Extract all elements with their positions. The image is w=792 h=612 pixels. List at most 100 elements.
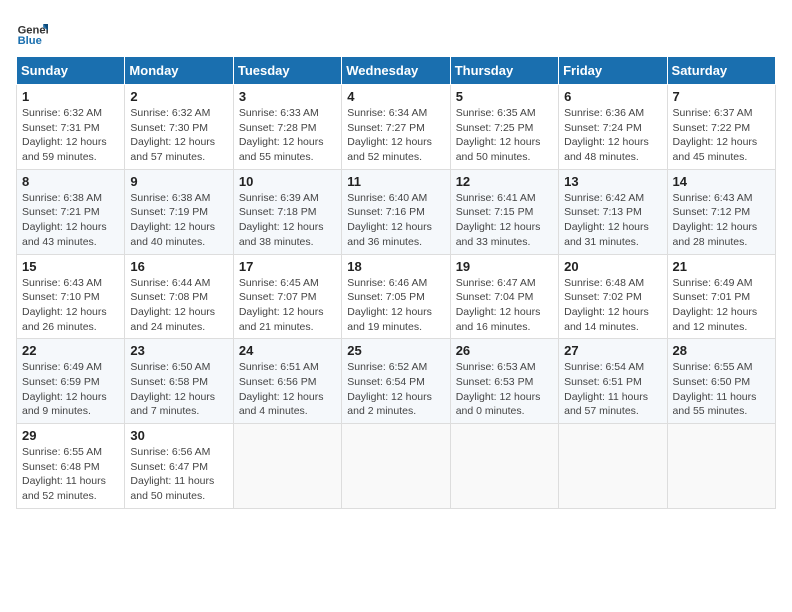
day-info: Sunrise: 6:38 AM Sunset: 7:21 PM Dayligh… — [22, 191, 119, 250]
day-number: 26 — [456, 343, 553, 358]
day-cell: 7 Sunrise: 6:37 AM Sunset: 7:22 PM Dayli… — [667, 85, 775, 170]
sunset-label: Sunset: 7:16 PM — [347, 206, 425, 218]
day-info: Sunrise: 6:42 AM Sunset: 7:13 PM Dayligh… — [564, 191, 661, 250]
day-cell: 2 Sunrise: 6:32 AM Sunset: 7:30 PM Dayli… — [125, 85, 233, 170]
day-cell: 1 Sunrise: 6:32 AM Sunset: 7:31 PM Dayli… — [17, 85, 125, 170]
day-number: 12 — [456, 174, 553, 189]
sunset-label: Sunset: 7:12 PM — [673, 206, 751, 218]
day-info: Sunrise: 6:34 AM Sunset: 7:27 PM Dayligh… — [347, 106, 444, 165]
sunset-label: Sunset: 6:59 PM — [22, 376, 100, 388]
daylight-label: Daylight: 12 hours and 14 minutes. — [564, 306, 649, 333]
sunrise-label: Sunrise: 6:41 AM — [456, 192, 536, 204]
daylight-label: Daylight: 12 hours and 12 minutes. — [673, 306, 758, 333]
day-info: Sunrise: 6:55 AM Sunset: 6:50 PM Dayligh… — [673, 360, 770, 419]
day-cell: 5 Sunrise: 6:35 AM Sunset: 7:25 PM Dayli… — [450, 85, 558, 170]
day-cell: 6 Sunrise: 6:36 AM Sunset: 7:24 PM Dayli… — [559, 85, 667, 170]
day-info: Sunrise: 6:53 AM Sunset: 6:53 PM Dayligh… — [456, 360, 553, 419]
weekday-header-friday: Friday — [559, 57, 667, 85]
day-number: 27 — [564, 343, 661, 358]
day-info: Sunrise: 6:46 AM Sunset: 7:05 PM Dayligh… — [347, 276, 444, 335]
day-cell: 25 Sunrise: 6:52 AM Sunset: 6:54 PM Dayl… — [342, 339, 450, 424]
sunrise-label: Sunrise: 6:55 AM — [673, 361, 753, 373]
page-header: General Blue — [16, 16, 776, 48]
sunrise-label: Sunrise: 6:39 AM — [239, 192, 319, 204]
sunrise-label: Sunrise: 6:38 AM — [130, 192, 210, 204]
day-info: Sunrise: 6:55 AM Sunset: 6:48 PM Dayligh… — [22, 445, 119, 504]
day-info: Sunrise: 6:52 AM Sunset: 6:54 PM Dayligh… — [347, 360, 444, 419]
daylight-label: Daylight: 11 hours and 55 minutes. — [673, 391, 757, 418]
sunset-label: Sunset: 7:19 PM — [130, 206, 208, 218]
day-number: 14 — [673, 174, 770, 189]
day-cell: 4 Sunrise: 6:34 AM Sunset: 7:27 PM Dayli… — [342, 85, 450, 170]
day-info: Sunrise: 6:51 AM Sunset: 6:56 PM Dayligh… — [239, 360, 336, 419]
sunset-label: Sunset: 7:15 PM — [456, 206, 534, 218]
sunset-label: Sunset: 7:25 PM — [456, 122, 534, 134]
sunrise-label: Sunrise: 6:33 AM — [239, 107, 319, 119]
daylight-label: Daylight: 12 hours and 21 minutes. — [239, 306, 324, 333]
day-info: Sunrise: 6:38 AM Sunset: 7:19 PM Dayligh… — [130, 191, 227, 250]
svg-text:Blue: Blue — [18, 35, 42, 47]
sunset-label: Sunset: 7:30 PM — [130, 122, 208, 134]
calendar-week-row: 15 Sunrise: 6:43 AM Sunset: 7:10 PM Dayl… — [17, 254, 776, 339]
daylight-label: Daylight: 12 hours and 4 minutes. — [239, 391, 324, 418]
sunrise-label: Sunrise: 6:43 AM — [22, 277, 102, 289]
empty-cell — [667, 424, 775, 509]
daylight-label: Daylight: 12 hours and 24 minutes. — [130, 306, 215, 333]
day-number: 22 — [22, 343, 119, 358]
sunrise-label: Sunrise: 6:37 AM — [673, 107, 753, 119]
day-cell: 21 Sunrise: 6:49 AM Sunset: 7:01 PM Dayl… — [667, 254, 775, 339]
day-cell: 13 Sunrise: 6:42 AM Sunset: 7:13 PM Dayl… — [559, 169, 667, 254]
day-number: 6 — [564, 89, 661, 104]
day-info: Sunrise: 6:41 AM Sunset: 7:15 PM Dayligh… — [456, 191, 553, 250]
day-cell: 3 Sunrise: 6:33 AM Sunset: 7:28 PM Dayli… — [233, 85, 341, 170]
sunset-label: Sunset: 7:10 PM — [22, 291, 100, 303]
sunset-label: Sunset: 7:28 PM — [239, 122, 317, 134]
sunset-label: Sunset: 6:58 PM — [130, 376, 208, 388]
day-info: Sunrise: 6:40 AM Sunset: 7:16 PM Dayligh… — [347, 191, 444, 250]
sunrise-label: Sunrise: 6:49 AM — [673, 277, 753, 289]
calendar-week-row: 29 Sunrise: 6:55 AM Sunset: 6:48 PM Dayl… — [17, 424, 776, 509]
day-number: 11 — [347, 174, 444, 189]
sunset-label: Sunset: 7:07 PM — [239, 291, 317, 303]
daylight-label: Daylight: 12 hours and 57 minutes. — [130, 136, 215, 163]
day-cell: 17 Sunrise: 6:45 AM Sunset: 7:07 PM Dayl… — [233, 254, 341, 339]
day-cell: 20 Sunrise: 6:48 AM Sunset: 7:02 PM Dayl… — [559, 254, 667, 339]
sunset-label: Sunset: 6:56 PM — [239, 376, 317, 388]
day-number: 7 — [673, 89, 770, 104]
sunset-label: Sunset: 7:05 PM — [347, 291, 425, 303]
daylight-label: Daylight: 12 hours and 40 minutes. — [130, 221, 215, 248]
weekday-header-tuesday: Tuesday — [233, 57, 341, 85]
sunset-label: Sunset: 6:51 PM — [564, 376, 642, 388]
day-number: 23 — [130, 343, 227, 358]
sunrise-label: Sunrise: 6:38 AM — [22, 192, 102, 204]
day-number: 1 — [22, 89, 119, 104]
logo: General Blue — [16, 16, 52, 48]
sunrise-label: Sunrise: 6:53 AM — [456, 361, 536, 373]
sunrise-label: Sunrise: 6:44 AM — [130, 277, 210, 289]
sunset-label: Sunset: 7:21 PM — [22, 206, 100, 218]
day-cell: 12 Sunrise: 6:41 AM Sunset: 7:15 PM Dayl… — [450, 169, 558, 254]
empty-cell — [559, 424, 667, 509]
daylight-label: Daylight: 12 hours and 50 minutes. — [456, 136, 541, 163]
daylight-label: Daylight: 11 hours and 57 minutes. — [564, 391, 648, 418]
day-info: Sunrise: 6:43 AM Sunset: 7:12 PM Dayligh… — [673, 191, 770, 250]
day-cell: 26 Sunrise: 6:53 AM Sunset: 6:53 PM Dayl… — [450, 339, 558, 424]
weekday-header-monday: Monday — [125, 57, 233, 85]
sunrise-label: Sunrise: 6:32 AM — [130, 107, 210, 119]
calendar-table: SundayMondayTuesdayWednesdayThursdayFrid… — [16, 56, 776, 509]
sunrise-label: Sunrise: 6:43 AM — [673, 192, 753, 204]
day-cell: 22 Sunrise: 6:49 AM Sunset: 6:59 PM Dayl… — [17, 339, 125, 424]
day-info: Sunrise: 6:49 AM Sunset: 6:59 PM Dayligh… — [22, 360, 119, 419]
day-info: Sunrise: 6:39 AM Sunset: 7:18 PM Dayligh… — [239, 191, 336, 250]
sunset-label: Sunset: 6:53 PM — [456, 376, 534, 388]
sunrise-label: Sunrise: 6:40 AM — [347, 192, 427, 204]
day-number: 24 — [239, 343, 336, 358]
sunset-label: Sunset: 7:08 PM — [130, 291, 208, 303]
daylight-label: Daylight: 11 hours and 52 minutes. — [22, 475, 106, 502]
day-cell: 15 Sunrise: 6:43 AM Sunset: 7:10 PM Dayl… — [17, 254, 125, 339]
day-cell: 23 Sunrise: 6:50 AM Sunset: 6:58 PM Dayl… — [125, 339, 233, 424]
day-number: 18 — [347, 259, 444, 274]
day-cell: 24 Sunrise: 6:51 AM Sunset: 6:56 PM Dayl… — [233, 339, 341, 424]
day-number: 10 — [239, 174, 336, 189]
sunrise-label: Sunrise: 6:45 AM — [239, 277, 319, 289]
